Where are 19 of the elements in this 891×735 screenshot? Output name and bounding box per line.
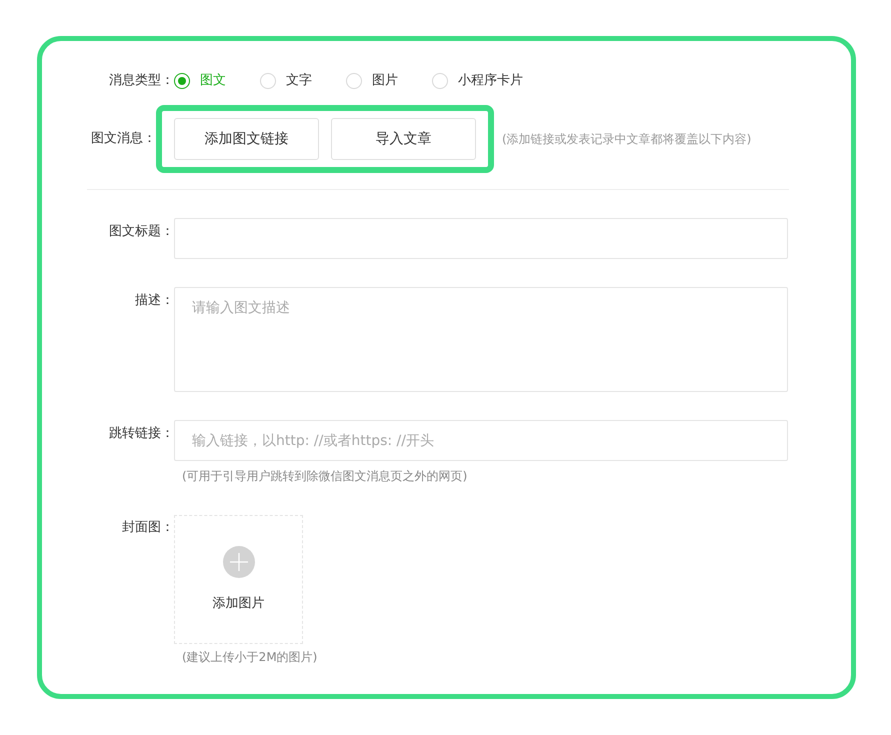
hint-text: (建议上传小于2M的图片) <box>182 649 318 666</box>
radio-option[interactable]: 小程序卡片 <box>432 71 523 91</box>
plus-icon <box>222 546 254 578</box>
input-field[interactable] <box>174 218 788 259</box>
upload-button[interactable]: 添加图片 <box>174 515 303 644</box>
hint-text: (可用于引导用户跳转到除微信图文消息页之外的网页) <box>182 468 468 485</box>
action-button[interactable]: 添加图文链接 <box>174 118 319 160</box>
field-label: 封面图： <box>122 519 174 537</box>
field-label: 图文消息： <box>91 130 156 148</box>
field-label: 跳转链接： <box>109 425 174 443</box>
field-label: 描述： <box>135 292 174 310</box>
field-label: 图文标题： <box>109 223 174 241</box>
input-field[interactable]: 输入链接，以http: //或者https: //开头 <box>174 420 788 461</box>
radio-option[interactable]: 图片 <box>346 71 398 91</box>
field-label: 消息类型： <box>109 72 174 90</box>
textarea-field[interactable]: 请输入图文描述 <box>174 287 788 392</box>
hint-text: (添加链接或发表记录中文章都将覆盖以下内容) <box>502 131 752 148</box>
radio-option[interactable]: 文字 <box>260 71 312 91</box>
action-button[interactable]: 导入文章 <box>331 118 476 160</box>
